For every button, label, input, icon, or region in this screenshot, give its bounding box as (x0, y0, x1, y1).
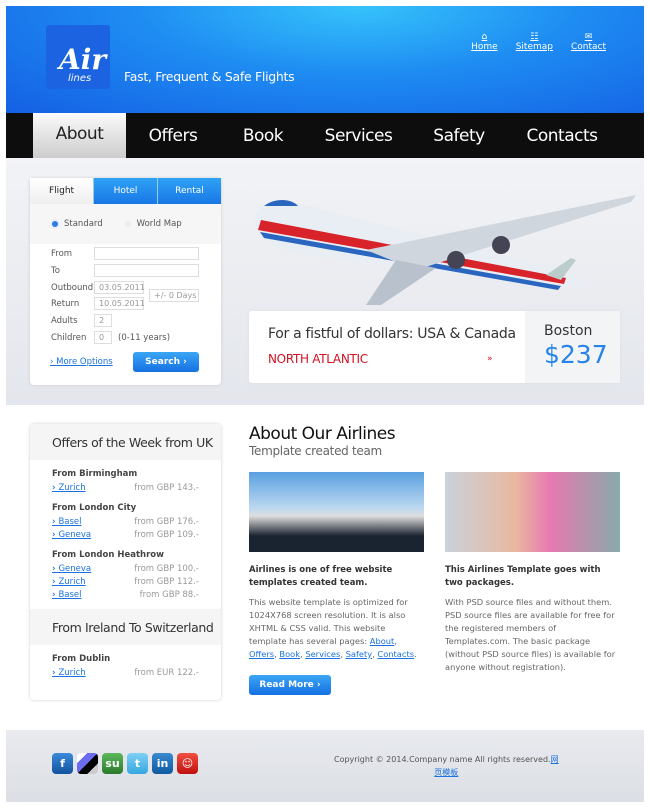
promo-subtitle: NORTH ATLANTIC (268, 352, 368, 366)
sitemap-link[interactable]: ☷ Sitemap (516, 32, 553, 52)
offer-origin: From London City (52, 503, 137, 513)
offer-destination-link[interactable]: Basel (52, 517, 81, 527)
search-button[interactable]: Search › (133, 352, 199, 372)
nav-services[interactable]: Services (306, 113, 411, 158)
adults-input[interactable]: 2 (94, 314, 112, 327)
offer-item: Basel from GBP 176.- (52, 515, 199, 528)
facebook-icon[interactable]: f (52, 753, 73, 774)
promo-title: For a fistful of dollars: USA & Canada (268, 326, 516, 342)
tab-flight[interactable]: Flight (30, 178, 93, 204)
offers-title: Offers of the Week from UK (30, 424, 221, 460)
airplane-image (255, 195, 636, 305)
promo-banner[interactable]: For a fistful of dollars: USA & Canada N… (249, 311, 620, 383)
about-title: About Our Airlines (249, 424, 396, 444)
offer-destination-link[interactable]: Geneva (52, 564, 91, 574)
page-link[interactable]: Book (279, 649, 300, 659)
offer-item: Basel from GBP 88.- (52, 588, 199, 601)
footer: f su t in ☺ Copyright © 2014.Company nam… (6, 730, 644, 802)
nav-offers[interactable]: Offers (126, 113, 220, 158)
offer-price: from EUR 122.- (134, 667, 199, 678)
radio-standard[interactable]: Standard (52, 219, 103, 229)
offer-price: from GBP 100.- (134, 563, 199, 574)
hero: Flight Hotel Rental Standard World Map F… (6, 158, 644, 405)
nav-book[interactable]: Book (220, 113, 306, 158)
offer-price: from GBP 109.- (134, 529, 199, 540)
about-subtitle: Template created team (249, 444, 382, 458)
read-more-button[interactable]: Read More › (249, 675, 331, 695)
stumbleupon-icon[interactable]: su (102, 753, 123, 774)
page-link[interactable]: Offers (249, 649, 274, 659)
reddit-icon[interactable]: ☺ (177, 753, 198, 774)
header: Air lines Fast, Frequent & Safe Flights … (6, 6, 644, 113)
tab-hotel[interactable]: Hotel (93, 178, 157, 204)
jet-photo (249, 472, 424, 552)
offer-origin: From Birmingham (52, 469, 138, 479)
offer-item: Zurich from GBP 143.- (52, 481, 199, 494)
offers-panel: Offers of the Week from UK From Birmingh… (30, 424, 221, 700)
return-input[interactable]: 10.05.2011 (94, 297, 145, 310)
flex-days-input[interactable]: +/- 0 Days (149, 289, 199, 302)
flight-search-form: Flight Hotel Rental Standard World Map F… (30, 178, 221, 385)
offer-origin: From Dublin (52, 654, 111, 664)
to-input[interactable] (94, 264, 199, 277)
page-link[interactable]: Services (305, 649, 340, 659)
offer-destination-link[interactable]: Zurich (52, 668, 85, 678)
nav-safety[interactable]: Safety (411, 113, 507, 158)
promo-city: Boston (544, 323, 593, 339)
offer-destination-link[interactable]: Geneva (52, 530, 91, 540)
more-options-link[interactable]: › More Options (50, 357, 113, 367)
home-icon: ⌂ (481, 32, 488, 42)
offer-item: Geneva from GBP 100.- (52, 562, 199, 575)
logo[interactable]: Air lines (46, 25, 110, 89)
page-link[interactable]: About (370, 636, 395, 646)
nav-contacts[interactable]: Contacts (507, 113, 617, 158)
main-nav: About Offers Book Services Safety Contac… (6, 109, 644, 158)
twitter-icon[interactable]: t (127, 753, 148, 774)
sitemap-icon: ☷ (530, 32, 539, 42)
promo-price: $237 (544, 340, 608, 369)
offer-item: Zurich from EUR 122.- (52, 666, 199, 679)
double-chevron-icon[interactable]: » (487, 354, 493, 364)
offer-price: from GBP 112.- (134, 576, 199, 587)
offer-item: Zurich from GBP 112.- (52, 575, 199, 588)
children-input[interactable]: 0 (94, 331, 112, 344)
outbound-input[interactable]: 03.05.2011 (94, 281, 145, 294)
tagline: Fast, Frequent & Safe Flights (124, 69, 295, 84)
linkedin-icon[interactable]: in (152, 753, 173, 774)
delicious-icon[interactable] (77, 753, 98, 774)
footer-link-2[interactable]: 页模板 (434, 768, 458, 777)
offer-price: from GBP 88.- (139, 589, 199, 600)
tab-rental[interactable]: Rental (157, 178, 221, 204)
contact-link[interactable]: ✉ Contact (571, 32, 606, 52)
radio-world-map[interactable]: World Map (125, 219, 182, 229)
offer-destination-link[interactable]: Basel (52, 590, 81, 600)
offer-price: from GBP 176.- (134, 516, 199, 527)
nav-about[interactable]: About (33, 109, 126, 158)
offer-destination-link[interactable]: Zurich (52, 483, 85, 493)
passengers-photo (445, 472, 620, 552)
from-input[interactable] (94, 247, 199, 260)
offers-title-2: From Ireland To Switzerland (30, 609, 221, 645)
offer-price: from GBP 143.- (134, 482, 199, 493)
offer-destination-link[interactable]: Zurich (52, 577, 85, 587)
footer-link[interactable]: 网 (551, 755, 559, 764)
offer-item: Geneva from GBP 109.- (52, 528, 199, 541)
offer-origin: From London Heathrow (52, 550, 164, 560)
home-link[interactable]: ⌂ Home (471, 32, 498, 52)
page-link[interactable]: Contacts (377, 649, 414, 659)
page-link[interactable]: Safety (346, 649, 373, 659)
mail-icon: ✉ (584, 32, 593, 42)
